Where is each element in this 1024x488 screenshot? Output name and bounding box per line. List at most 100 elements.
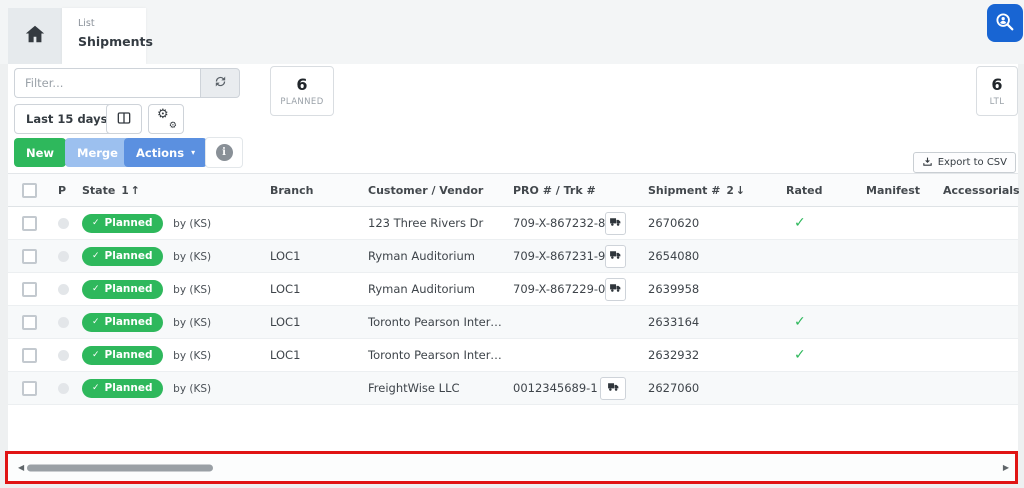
header-pro-trk[interactable]: PRO # / Trk #	[507, 173, 642, 207]
planned-count: 6	[296, 75, 308, 94]
shipments-table: P State 1 ↑ Branch Customer / Vendor PRO #…	[8, 173, 1020, 405]
table-row[interactable]: ✓ Planned by (KS) LOC1 Ryman Auditorium 7…	[8, 272, 1018, 306]
row-checkbox[interactable]	[22, 347, 37, 363]
rated-check-icon: ✓	[794, 215, 806, 231]
status-label: Planned	[104, 382, 153, 394]
scrollbar-thumb[interactable]	[27, 464, 213, 471]
rated-check-icon: ✓	[794, 347, 806, 363]
p-status-dot	[58, 349, 69, 361]
header-shipment[interactable]: Shipment #2 ↓	[642, 173, 780, 207]
rated-check-icon	[786, 380, 794, 396]
user-search-icon	[994, 11, 1016, 36]
rated-check-icon: ✓	[794, 314, 806, 330]
table-row[interactable]: ✓ Planned by (KS) FreightWise LLC 0012345…	[8, 371, 1018, 405]
header-branch[interactable]: Branch	[264, 173, 362, 207]
pro-number: 709-X-867229-0	[513, 282, 606, 296]
manifest-cell	[860, 272, 937, 306]
carrier-truck-button[interactable]	[605, 277, 626, 301]
branch-cell: LOC1	[264, 338, 362, 372]
settings-button[interactable]: ⚙ ⚙	[148, 104, 184, 134]
header-manifest[interactable]: Manifest	[860, 173, 937, 207]
export-to-csv-button[interactable]: Export to CSV	[912, 152, 1016, 173]
shipment-number-cell: 2670620	[642, 206, 780, 240]
sort-order-badge: 2	[726, 184, 734, 197]
planned-by-label: by (KS)	[173, 217, 212, 230]
branch-cell: LOC1	[264, 239, 362, 273]
horizontal-scrollbar[interactable]: ◀ ▶	[8, 454, 1015, 481]
status-badge: ✓ Planned	[82, 279, 163, 299]
customer-vendor-cell: FreightWise LLC	[362, 371, 507, 405]
header-accessorials[interactable]: Accessorials	[937, 173, 1020, 207]
row-checkbox[interactable]	[22, 248, 37, 264]
table-row[interactable]: ✓ Planned by (KS) LOC1 Toronto Pearson In…	[8, 338, 1018, 372]
planned-summary-card: 6 PLANNED	[270, 66, 334, 116]
home-icon	[24, 23, 46, 49]
carrier-truck-button[interactable]	[605, 244, 626, 268]
info-button[interactable]: i	[205, 137, 243, 168]
truck-icon	[609, 281, 622, 297]
filter-input[interactable]	[14, 68, 200, 98]
select-all-checkbox[interactable]	[22, 182, 37, 198]
merge-button[interactable]: Merge	[65, 138, 130, 167]
new-button[interactable]: New	[14, 138, 67, 167]
sort-order-badge: 1	[121, 184, 129, 197]
status-badge: ✓ Planned	[82, 312, 163, 332]
tab-strip: List Shipments	[0, 0, 1024, 64]
carrier-truck-button[interactable]	[600, 376, 626, 400]
shipment-number-cell: 2633164	[642, 305, 780, 339]
actions-dropdown-button[interactable]: Actions ▾	[124, 138, 208, 167]
header-rated[interactable]: Rated	[780, 173, 860, 207]
carrier-truck-button[interactable]	[605, 211, 626, 235]
select-all-header[interactable]	[8, 173, 52, 207]
accessorials-cell	[937, 239, 1018, 273]
customer-vendor-cell: Ryman Auditorium	[362, 239, 507, 273]
header-state[interactable]: State 1 ↑	[76, 173, 264, 207]
planned-by-label: by (KS)	[173, 349, 212, 362]
p-status-dot	[58, 250, 69, 262]
status-label: Planned	[104, 316, 153, 328]
row-checkbox[interactable]	[22, 215, 37, 231]
p-status-dot	[58, 316, 69, 328]
tab-home[interactable]	[8, 8, 62, 64]
rated-check-icon	[786, 248, 794, 264]
planned-by-label: by (KS)	[173, 283, 212, 296]
user-search-button[interactable]	[987, 4, 1023, 42]
tab-title-label: Shipments	[78, 34, 153, 49]
download-icon	[922, 156, 933, 170]
customer-vendor-cell: Toronto Pearson Internati…	[362, 305, 507, 339]
row-checkbox[interactable]	[22, 314, 37, 330]
columns-toggle-button[interactable]	[106, 104, 142, 134]
header-customer-vendor[interactable]: Customer / Vendor	[362, 173, 507, 207]
row-checkbox[interactable]	[22, 281, 37, 297]
truck-icon	[607, 380, 620, 396]
rated-check-icon	[786, 281, 794, 297]
truck-icon	[609, 215, 622, 231]
scroll-left-arrow-icon[interactable]: ◀	[18, 463, 24, 472]
accessorials-cell	[937, 206, 1018, 240]
tab-shipments[interactable]: List Shipments	[62, 8, 153, 64]
pro-number: 709-X-867231-9	[513, 249, 606, 263]
table-row[interactable]: ✓ Planned by (KS) LOC1 Toronto Pearson In…	[8, 305, 1018, 339]
scroll-right-arrow-icon[interactable]: ▶	[1003, 463, 1009, 472]
header-p[interactable]: P	[52, 173, 76, 207]
status-label: Planned	[104, 250, 153, 262]
branch-cell: LOC1	[264, 272, 362, 306]
refresh-button[interactable]	[200, 68, 240, 98]
manifest-cell	[860, 371, 937, 405]
actions-label: Actions	[136, 145, 185, 160]
status-label: Planned	[104, 283, 153, 295]
shipment-number-cell: 2627060	[642, 371, 780, 405]
branch-cell	[264, 371, 362, 405]
row-checkbox[interactable]	[22, 380, 37, 396]
table-row[interactable]: ✓ Planned by (KS) 123 Three Rivers Dr 709…	[8, 206, 1018, 240]
check-icon: ✓	[92, 218, 100, 228]
check-icon: ✓	[92, 284, 100, 294]
status-badge: ✓ Planned	[82, 378, 163, 398]
p-status-dot	[58, 217, 69, 229]
status-label: Planned	[104, 349, 153, 361]
pro-number: 709-X-867232-8	[513, 216, 606, 230]
info-icon: i	[215, 144, 233, 161]
check-icon: ✓	[92, 350, 100, 360]
table-row[interactable]: ✓ Planned by (KS) LOC1 Ryman Auditorium 7…	[8, 239, 1018, 273]
status-badge: ✓ Planned	[82, 213, 163, 233]
